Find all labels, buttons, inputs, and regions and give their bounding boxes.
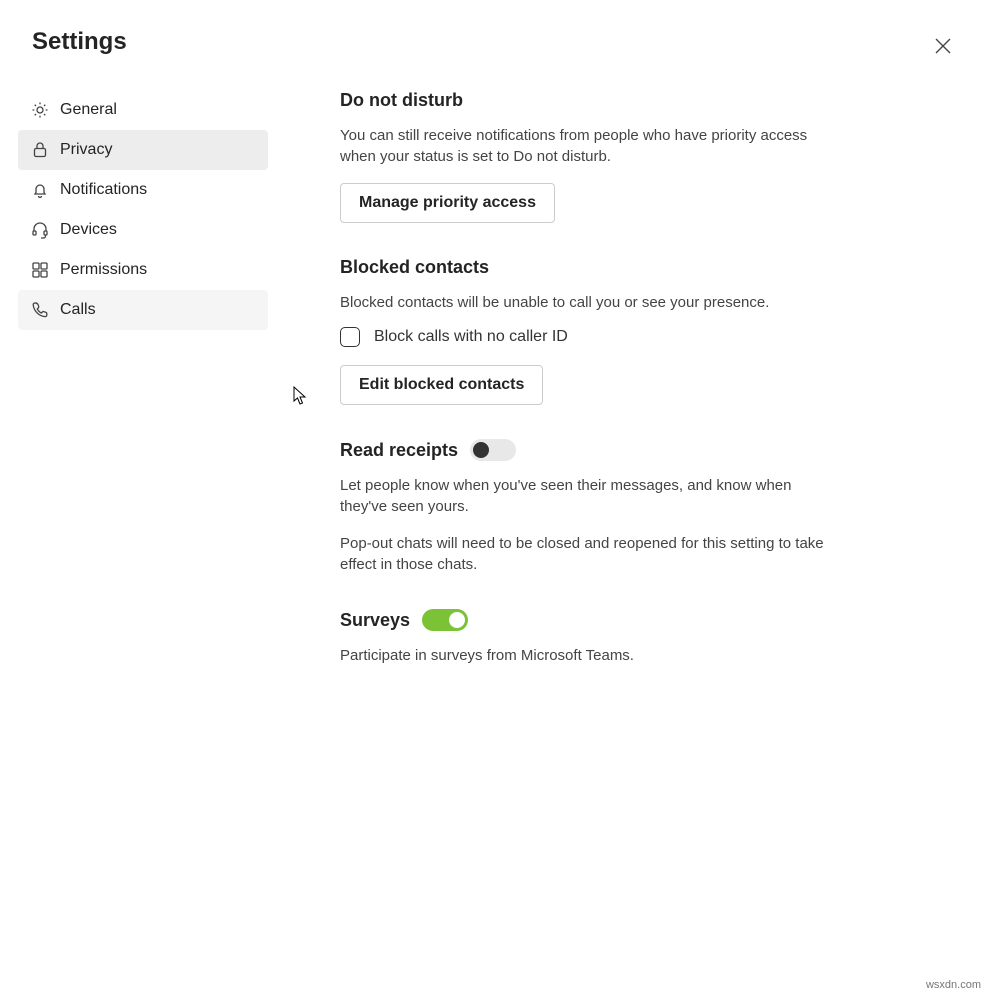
sidebar-item-label: General bbox=[60, 101, 117, 119]
page-title: Settings bbox=[32, 28, 955, 56]
section-do-not-disturb: Do not disturb You can still receive not… bbox=[340, 90, 858, 223]
section-title: Surveys bbox=[340, 610, 410, 631]
headset-icon bbox=[30, 220, 50, 240]
sidebar-item-label: Devices bbox=[60, 221, 117, 239]
close-button[interactable] bbox=[927, 32, 959, 64]
checkbox-label: Block calls with no caller ID bbox=[374, 328, 568, 346]
block-no-caller-id-checkbox[interactable] bbox=[340, 327, 360, 347]
edit-blocked-contacts-button[interactable]: Edit blocked contacts bbox=[340, 365, 543, 405]
sidebar-item-notifications[interactable]: Notifications bbox=[18, 170, 268, 210]
section-read-receipts: Read receipts Let people know when you'v… bbox=[340, 439, 858, 575]
lock-icon bbox=[30, 140, 50, 160]
main-content: Do not disturb You can still receive not… bbox=[268, 90, 858, 700]
section-description-2: Pop-out chats will need to be closed and… bbox=[340, 533, 840, 575]
sidebar-item-permissions[interactable]: Permissions bbox=[18, 250, 268, 290]
toggle-knob bbox=[449, 612, 465, 628]
sidebar-item-privacy[interactable]: Privacy bbox=[18, 130, 268, 170]
sidebar-item-label: Calls bbox=[60, 301, 96, 319]
sidebar-item-calls[interactable]: Calls bbox=[18, 290, 268, 330]
watermark: wsxdn.com bbox=[926, 979, 981, 991]
section-title: Blocked contacts bbox=[340, 257, 858, 278]
sidebar-item-label: Privacy bbox=[60, 141, 112, 159]
section-description: Let people know when you've seen their m… bbox=[340, 475, 840, 517]
apps-icon bbox=[30, 260, 50, 280]
section-blocked-contacts: Blocked contacts Blocked contacts will b… bbox=[340, 257, 858, 405]
gear-icon bbox=[30, 100, 50, 120]
section-description: Participate in surveys from Microsoft Te… bbox=[340, 645, 840, 666]
settings-window: Settings General bbox=[0, 0, 987, 995]
section-title: Read receipts bbox=[340, 440, 458, 461]
sidebar-item-label: Notifications bbox=[60, 181, 147, 199]
sidebar-item-general[interactable]: General bbox=[18, 90, 268, 130]
close-icon bbox=[935, 38, 951, 59]
toggle-knob bbox=[473, 442, 489, 458]
read-receipts-toggle[interactable] bbox=[470, 439, 516, 461]
surveys-toggle[interactable] bbox=[422, 609, 468, 631]
block-no-caller-id-row: Block calls with no caller ID bbox=[340, 327, 858, 347]
sidebar-item-label: Permissions bbox=[60, 261, 147, 279]
bell-icon bbox=[30, 180, 50, 200]
section-surveys: Surveys Participate in surveys from Micr… bbox=[340, 609, 858, 666]
sidebar-item-devices[interactable]: Devices bbox=[18, 210, 268, 250]
sidebar: General Privacy Notifi bbox=[18, 90, 268, 700]
manage-priority-access-button[interactable]: Manage priority access bbox=[340, 183, 555, 223]
section-description: Blocked contacts will be unable to call … bbox=[340, 292, 840, 313]
phone-icon bbox=[30, 300, 50, 320]
section-description: You can still receive notifications from… bbox=[340, 125, 840, 167]
section-title: Do not disturb bbox=[340, 90, 858, 111]
